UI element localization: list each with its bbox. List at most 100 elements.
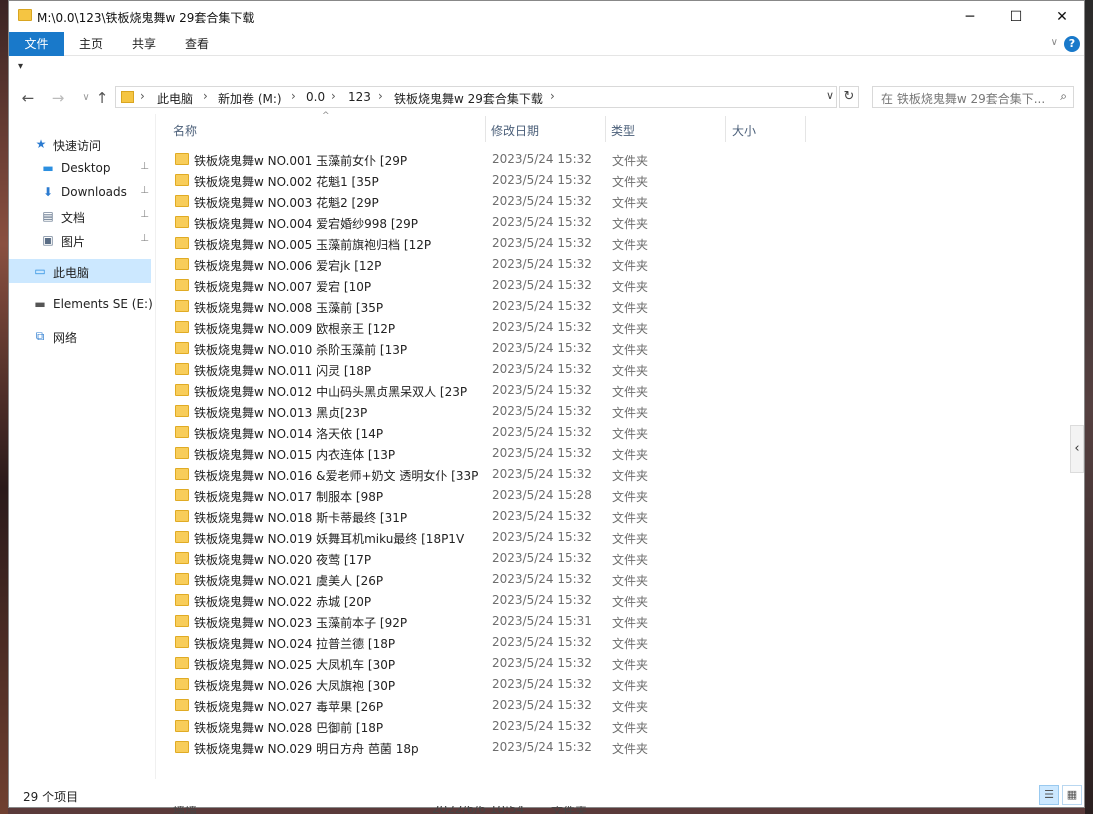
breadcrumb-separator[interactable]: ›: [550, 89, 555, 103]
address-dropdown-icon[interactable]: ∨: [826, 89, 834, 102]
help-icon[interactable]: ?: [1064, 36, 1080, 52]
folder-icon: [175, 657, 189, 669]
column-date[interactable]: 修改日期: [491, 122, 539, 139]
search-box[interactable]: 在 铁板烧鬼舞w 29套合集下... ⌕: [872, 86, 1074, 108]
breadcrumb-this-pc[interactable]: 此电脑: [157, 90, 193, 107]
file-name: 铁板烧鬼舞w NO.007 爱宕 [10P: [194, 280, 372, 294]
column-divider[interactable]: [605, 116, 606, 142]
file-name: 铁板烧鬼舞w NO.021 虞美人 [26P: [194, 574, 384, 588]
expand-ribbon-icon[interactable]: ∨: [1051, 37, 1058, 48]
tab-view[interactable]: 查看: [177, 32, 217, 56]
large-icons-view-button[interactable]: ▦: [1062, 785, 1082, 805]
table-row[interactable]: 铁板烧鬼舞w NO.002 花魁1 [35P 2023/5/24 15:32 文件夹: [172, 170, 812, 191]
table-row[interactable]: 铁板烧鬼舞w NO.013 黑贞[23P 2023/5/24 15:32 文件夹: [172, 401, 812, 422]
forward-button[interactable]: →: [47, 88, 69, 108]
table-row[interactable]: 铁板烧鬼舞w NO.012 中山码头黑贞黑呆双人 [23P 2023/5/24 1…: [172, 380, 812, 401]
file-type: 文件夹: [612, 175, 649, 189]
file-date: 2023/5/24 15:32: [492, 467, 592, 481]
search-icon[interactable]: ⌕: [1060, 89, 1067, 104]
sidebar-item-network[interactable]: ⧉ 网络: [9, 324, 151, 348]
column-divider[interactable]: [805, 116, 806, 142]
folder-icon: [175, 405, 189, 417]
pin-icon[interactable]: ⊥: [140, 161, 149, 172]
table-row[interactable]: 铁板烧鬼舞w NO.009 欧根亲王 [12P 2023/5/24 15:32 文件…: [172, 317, 812, 338]
back-button[interactable]: ←: [17, 88, 39, 108]
column-type[interactable]: 类型: [611, 122, 635, 139]
table-row[interactable]: 铁板烧鬼舞w NO.025 大凤机车 [30P 2023/5/24 15:32 文件…: [172, 653, 812, 674]
tab-file[interactable]: 文件: [9, 32, 64, 56]
tab-home[interactable]: 主页: [71, 32, 111, 56]
table-row[interactable]: 铁板烧鬼舞w NO.001 玉藻前女仆 [29P 2023/5/24 15:32 文…: [172, 149, 812, 170]
file-name: 铁板烧鬼舞w NO.003 花魁2 [29P: [194, 196, 379, 210]
breadcrumb-separator[interactable]: ›: [331, 89, 336, 103]
pin-icon[interactable]: ⊥: [140, 209, 149, 220]
pin-icon[interactable]: ⊥: [140, 185, 149, 196]
file-date: 2023/5/24 15:32: [492, 635, 592, 649]
table-row[interactable]: 铁板烧鬼舞w NO.023 玉藻前本子 [92P 2023/5/24 15:31 文…: [172, 611, 812, 632]
table-row[interactable]: 铁板烧鬼舞w NO.008 玉藻前 [35P 2023/5/24 15:32 文件夹: [172, 296, 812, 317]
sidebar-item-quick-access[interactable]: ★ 快速访问: [9, 132, 151, 156]
table-row[interactable]: 铁板烧鬼舞w NO.029 明日方舟 芭菌 18p 2023/5/24 15:32…: [172, 737, 812, 758]
table-row[interactable]: 铁板烧鬼舞w NO.027 毒苹果 [26P 2023/5/24 15:32 文件夹: [172, 695, 812, 716]
breadcrumb-drive[interactable]: 新加卷 (M:): [218, 90, 282, 107]
column-divider[interactable]: [485, 116, 486, 142]
explorer-window: M:\0.0\123\铁板烧鬼舞w 29套合集下载 ─ ☐ ✕ 文件 主页 共享…: [8, 0, 1085, 808]
file-type: 文件夹: [612, 574, 649, 588]
sidebar-item-drive-e[interactable]: ▬ Elements SE (E:): [9, 292, 153, 316]
breadcrumb-separator[interactable]: ›: [203, 89, 208, 103]
customize-toolbar-icon[interactable]: ▾: [18, 61, 23, 72]
breadcrumb-separator[interactable]: ›: [378, 89, 383, 103]
column-size[interactable]: 大小: [732, 122, 756, 139]
tab-share[interactable]: 共享: [124, 32, 164, 56]
breadcrumb-folder-0-0[interactable]: 0.0: [306, 90, 325, 104]
table-row[interactable]: 铁板烧鬼舞w NO.015 内衣连体 [13P 2023/5/24 15:32 文件…: [172, 443, 812, 464]
table-row[interactable]: 铁板烧鬼舞w NO.006 爱宕jk [12P 2023/5/24 15:32 文件…: [172, 254, 812, 275]
table-row[interactable]: 铁板烧鬼舞w NO.017 制服本 [98P 2023/5/24 15:28 文件夹: [172, 485, 812, 506]
collapse-pane-button[interactable]: ‹: [1070, 425, 1084, 473]
sidebar-item-pictures[interactable]: ▣ 图片 ⊥: [9, 228, 151, 252]
table-row[interactable]: 铁板烧鬼舞w NO.026 大凤旗袍 [30P 2023/5/24 15:32 文件…: [172, 674, 812, 695]
table-row[interactable]: 铁板烧鬼舞w NO.028 巴御前 [18P 2023/5/24 15:32 文件夹: [172, 716, 812, 737]
table-row[interactable]: 铁板烧鬼舞w NO.003 花魁2 [29P 2023/5/24 15:32 文件夹: [172, 191, 812, 212]
details-view-button[interactable]: ☰: [1039, 785, 1059, 805]
sidebar-item-label: Elements SE (E:): [53, 297, 153, 311]
table-row[interactable]: 铁板烧鬼舞w NO.020 夜莺 [17P 2023/5/24 15:32 文件夹: [172, 548, 812, 569]
file-date: 2023/5/24 15:28: [492, 488, 592, 502]
folder-icon: [175, 741, 189, 753]
table-row[interactable]: 铁板烧鬼舞w NO.010 杀阶玉藻前 [13P 2023/5/24 15:32 文…: [172, 338, 812, 359]
sidebar-item-label: 文档: [61, 211, 86, 225]
table-row[interactable]: 铁板烧鬼舞w NO.014 洛天依 [14P 2023/5/24 15:32 文件夹: [172, 422, 812, 443]
table-row[interactable]: 铁板烧鬼舞w NO.018 斯卡蒂最终 [31P 2023/5/24 15:32 文…: [172, 506, 812, 527]
column-name[interactable]: 名称: [173, 122, 197, 139]
table-row[interactable]: 铁板烧鬼舞w NO.024 拉普兰德 [18P 2023/5/24 15:32 文件…: [172, 632, 812, 653]
minimize-button[interactable]: ─: [947, 1, 993, 32]
table-row[interactable]: 铁板烧鬼舞w NO.019 妖舞耳机miku最终 [18P1V 2023/5/24…: [172, 527, 812, 548]
sidebar-item-desktop[interactable]: ▬ Desktop ⊥: [9, 156, 151, 180]
table-row[interactable]: 铁板烧鬼舞w NO.011 闪灵 [18P 2023/5/24 15:32 文件夹: [172, 359, 812, 380]
breadcrumb-separator[interactable]: ›: [291, 89, 296, 103]
sidebar-item-this-pc[interactable]: ▭ 此电脑: [9, 259, 151, 283]
breadcrumb-folder-123[interactable]: 123: [348, 90, 371, 104]
column-divider[interactable]: [725, 116, 726, 142]
title-bar: M:\0.0\123\铁板烧鬼舞w 29套合集下载 ─ ☐ ✕: [9, 1, 1084, 32]
pin-icon[interactable]: ⊥: [140, 233, 149, 244]
refresh-button[interactable]: ↻: [839, 86, 859, 108]
download-icon: ⬇: [42, 185, 54, 199]
maximize-button[interactable]: ☐: [993, 1, 1039, 32]
close-button[interactable]: ✕: [1039, 1, 1084, 32]
sidebar-item-downloads[interactable]: ⬇ Downloads ⊥: [9, 180, 151, 204]
table-row[interactable]: 铁板烧鬼舞w NO.007 爱宕 [10P 2023/5/24 15:32 文件夹: [172, 275, 812, 296]
table-row[interactable]: 铁板烧鬼舞w NO.016 &爱老师+奶文 透明女仆 [33P 2023/5/24…: [172, 464, 812, 485]
table-row[interactable]: 铁板烧鬼舞w NO.005 玉藻前旗袍归档 [12P 2023/5/24 15:3…: [172, 233, 812, 254]
breadcrumb-current[interactable]: 铁板烧鬼舞w 29套合集下载: [394, 90, 543, 107]
sidebar-item-documents[interactable]: ▤ 文档 ⊥: [9, 204, 151, 228]
table-row[interactable]: 铁板烧鬼舞w NO.021 虞美人 [26P 2023/5/24 15:32 文件夹: [172, 569, 812, 590]
up-button[interactable]: ↑: [91, 88, 113, 108]
breadcrumb-separator[interactable]: ›: [140, 89, 145, 103]
table-row[interactable]: 铁板烧鬼舞w NO.004 爱宕婚纱998 [29P 2023/5/24 15:3…: [172, 212, 812, 233]
sidebar-item-label: 快速访问: [53, 139, 102, 153]
address-bar[interactable]: › 此电脑 › 新加卷 (M:) › 0.0 › 123 › 铁板烧鬼舞w 29…: [115, 86, 837, 108]
folder-icon: [175, 342, 189, 354]
table-row[interactable]: 铁板烧鬼舞w NO.022 赤城 [20P 2023/5/24 15:32 文件夹: [172, 590, 812, 611]
file-name: 铁板烧鬼舞w NO.008 玉藻前 [35P: [194, 301, 384, 315]
